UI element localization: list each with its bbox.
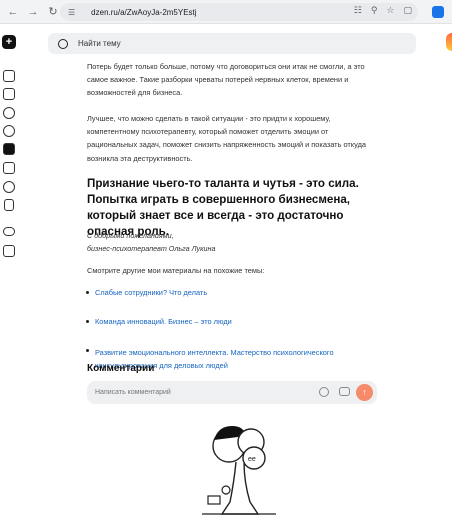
see-also-text: Смотрите другие мои материалы на похожие… (87, 266, 265, 275)
article-paragraph: Лучшее, что можно сделать в такой ситуац… (87, 114, 366, 163)
search-input[interactable]: Найти тему (48, 33, 416, 54)
comment-input[interactable]: Написать комментарий ↑ (87, 381, 377, 404)
search-icon (58, 38, 68, 49)
reload-icon[interactable]: ↻ (46, 5, 60, 19)
avatar[interactable] (446, 33, 452, 51)
video-icon[interactable] (3, 125, 15, 137)
comment-placeholder: Написать комментарий (95, 389, 171, 396)
shorts-icon[interactable] (3, 181, 15, 193)
add-post-icon[interactable] (3, 88, 15, 100)
browser-toolbar: ← → ↻ ☰ dzen.ru/a/ZwAoyJa-2m5YEstj ☷ ⚲ ☆… (0, 0, 452, 24)
related-link[interactable]: Команда инноваций. Бизнес – это люди (86, 317, 387, 326)
emoji-icon[interactable] (319, 387, 329, 397)
signature-line: С добрыми пожеланиями, (87, 231, 174, 240)
translate-icon[interactable]: ☷ (354, 5, 362, 16)
star-icon[interactable]: ☆ (386, 5, 394, 16)
home-icon[interactable] (3, 70, 15, 82)
signature-line: бизнес-психотерапевт Ольга Лукина (87, 243, 216, 253)
cat-icon[interactable] (3, 245, 15, 257)
address-bar[interactable]: ☰ dzen.ru/a/ZwAoyJa-2m5YEstj ☷ ⚲ ☆ ▢ (60, 3, 418, 21)
extensions-icon[interactable]: ▢ (403, 5, 412, 16)
back-icon[interactable]: ← (6, 5, 20, 19)
signature: С добрыми пожеланиями, бизнес-психотерап… (87, 230, 215, 255)
camera-icon[interactable] (339, 387, 350, 396)
article-paragraph: Потерь будет только больше, потому что д… (87, 62, 365, 98)
sidebar: + (0, 24, 22, 520)
comments-title: Комментарии (87, 363, 155, 374)
site-info-icon[interactable]: ☰ (68, 8, 75, 17)
profile-extension-icon[interactable] (432, 6, 444, 18)
bookmark-icon[interactable] (4, 199, 14, 211)
games-icon[interactable] (3, 227, 15, 236)
url-text: dzen.ru/a/ZwAoyJa-2m5YEstj (91, 7, 197, 17)
related-links: Слабые сотрудники? Что делать Команда ин… (86, 288, 387, 370)
subscriptions-icon[interactable] (3, 162, 15, 174)
search-placeholder: Найти тему (78, 39, 121, 48)
logo-icon[interactable]: + (2, 35, 16, 49)
empty-comments-illustration: ee (202, 426, 276, 515)
explore-icon[interactable] (3, 107, 15, 119)
forward-icon[interactable]: → (26, 5, 40, 19)
svg-text:ee: ee (248, 456, 256, 463)
zoom-icon[interactable]: ⚲ (371, 5, 378, 16)
articles-icon[interactable] (3, 143, 15, 155)
related-link[interactable]: Слабые сотрудники? Что делать (86, 288, 387, 297)
send-button[interactable]: ↑ (356, 384, 373, 401)
top-bar: Найти тему (22, 24, 452, 60)
